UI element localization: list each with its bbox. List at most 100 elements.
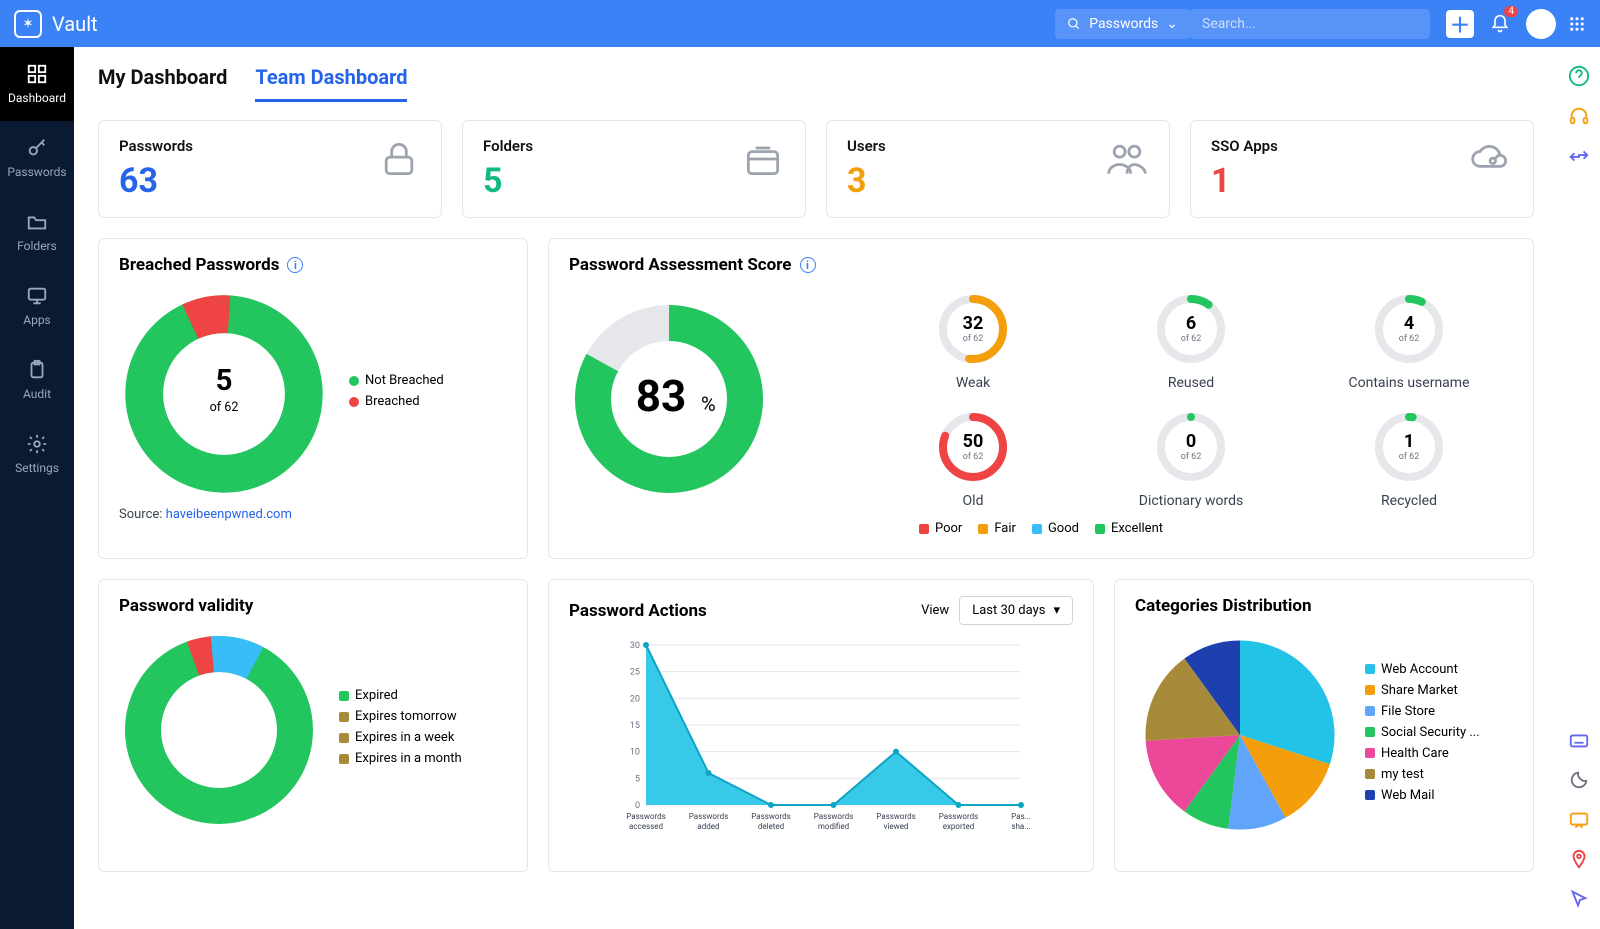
cursor-icon[interactable] [1568,889,1590,911]
add-button[interactable]: ＋ [1446,10,1474,38]
score-ring[interactable]: 32 of 62 Weak [869,289,1077,391]
stat-card-passwords[interactable]: Passwords 63 [98,120,442,218]
card-title-text: Password Assessment Score [569,255,792,275]
svg-text:Pas...: Pas... [1011,812,1031,821]
users-icon [1105,137,1149,181]
migrate-icon[interactable] [1568,145,1590,167]
range-selector[interactable]: Last 30 days▾ [959,596,1073,625]
cloud-key-icon [1469,137,1513,181]
svg-text:4: 4 [1404,313,1414,334]
stat-value: 1 [1211,161,1278,201]
svg-text:added: added [697,822,719,831]
moon-icon[interactable] [1568,769,1590,791]
sidebar-item-apps[interactable]: Apps [0,269,74,343]
keyboard-icon[interactable] [1568,729,1590,751]
card-actions: Password Actions View Last 30 days▾ 0510… [548,579,1094,872]
sidebar-item-settings[interactable]: Settings [0,417,74,491]
score-ring[interactable]: 4 of 62 Contains username [1305,289,1513,391]
sidebar-item-label: Passwords [7,165,66,179]
breached-donut: 5 of 62 [119,289,329,499]
svg-text:50: 50 [963,431,984,452]
dashboard-icon [26,63,48,85]
score-ring[interactable]: 50 of 62 Old [869,407,1077,509]
clipboard-icon [26,359,48,381]
stat-label: Passwords [119,137,193,155]
svg-text:%: % [701,392,716,416]
stat-card-users[interactable]: Users 3 [826,120,1170,218]
validity-legend: ExpiredExpires tomorrowExpires in a week… [339,688,462,772]
info-icon[interactable]: i [287,257,303,273]
svg-text:of 62: of 62 [1399,452,1420,462]
brand-icon: ✶ [14,10,42,38]
help-icon[interactable] [1568,65,1590,87]
notification-badge: 4 [1504,6,1518,17]
svg-text:Passwords: Passwords [876,812,915,821]
svg-text:Passwords: Passwords [626,812,665,821]
sidebar-item-label: Audit [23,387,51,401]
card-assessment: Password Assessment Scorei 83 % 32 of [548,238,1534,559]
brand-title: Vault [52,12,98,36]
sidebar-item-label: Apps [23,313,51,327]
tab-my-dashboard[interactable]: My Dashboard [98,65,227,102]
drawer-icon [741,137,785,181]
apps-grid-icon[interactable] [1568,15,1586,33]
svg-text:of 62: of 62 [1181,334,1202,344]
bell-icon [1490,14,1510,34]
sidebar: Dashboard Passwords Folders Apps Audit S… [0,47,74,929]
sidebar-item-label: Folders [17,239,57,253]
stat-value: 5 [483,161,533,201]
stat-card-folders[interactable]: Folders 5 [462,120,806,218]
stat-label: Folders [483,137,533,155]
svg-text:sha...: sha... [1011,822,1030,831]
validity-donut [119,630,319,830]
tab-team-dashboard[interactable]: Team Dashboard [255,65,407,102]
card-title-text: Password validity [119,596,507,616]
svg-text:viewed: viewed [884,822,909,831]
sidebar-item-folders[interactable]: Folders [0,195,74,269]
card-title-text: Breached Passwords [119,255,279,275]
svg-text:83: 83 [636,370,687,422]
actions-chart: 051015202530PasswordsaccessedPasswordsad… [569,635,1073,855]
score-ring[interactable]: 6 of 62 Reused [1087,289,1295,391]
view-label: View [921,603,949,618]
notifications-button[interactable]: 4 [1486,10,1514,38]
stat-card-ssoapps[interactable]: SSO Apps 1 [1190,120,1534,218]
svg-text:30: 30 [630,641,640,651]
pin-icon[interactable] [1568,849,1590,871]
chevron-down-icon: ▾ [1053,603,1060,618]
card-title-text: Password Actions [569,601,707,621]
search-input[interactable] [1190,9,1430,39]
sidebar-item-label: Settings [15,461,59,475]
stat-value: 3 [847,161,886,201]
chat-icon[interactable] [1568,809,1590,831]
key-icon [26,137,48,159]
score-ring[interactable]: 1 of 62 Recycled [1305,407,1513,509]
main-content: My Dashboard Team Dashboard Passwords 63… [74,47,1600,929]
sidebar-item-audit[interactable]: Audit [0,343,74,417]
entity-selector[interactable]: Passwords ⌄ [1055,9,1190,39]
stat-label: Users [847,137,886,155]
info-icon[interactable]: i [800,257,816,273]
svg-text:Passwords: Passwords [689,812,728,821]
svg-text:25: 25 [630,668,640,678]
svg-text:5: 5 [216,364,233,398]
sidebar-item-dashboard[interactable]: Dashboard [0,47,74,121]
folder-icon [26,211,48,233]
breached-source-link[interactable]: haveibeenpwned.com [166,507,292,522]
card-categories: Categories Distribution Web AccountShare… [1114,579,1534,872]
svg-text:0: 0 [1186,431,1196,452]
svg-text:of 62: of 62 [963,334,984,344]
sidebar-item-passwords[interactable]: Passwords [0,121,74,195]
monitor-icon [26,285,48,307]
gear-icon [26,433,48,455]
score-donut: 83 % [569,299,769,499]
svg-text:of 62: of 62 [210,400,239,415]
score-ring[interactable]: 0 of 62 Dictionary words [1087,407,1295,509]
headphones-icon[interactable] [1568,105,1590,127]
svg-text:Passwords: Passwords [814,812,853,821]
svg-text:0: 0 [635,801,640,811]
avatar[interactable] [1526,9,1556,39]
svg-text:modified: modified [818,822,849,831]
svg-text:accessed: accessed [629,822,663,831]
svg-text:20: 20 [630,694,640,704]
